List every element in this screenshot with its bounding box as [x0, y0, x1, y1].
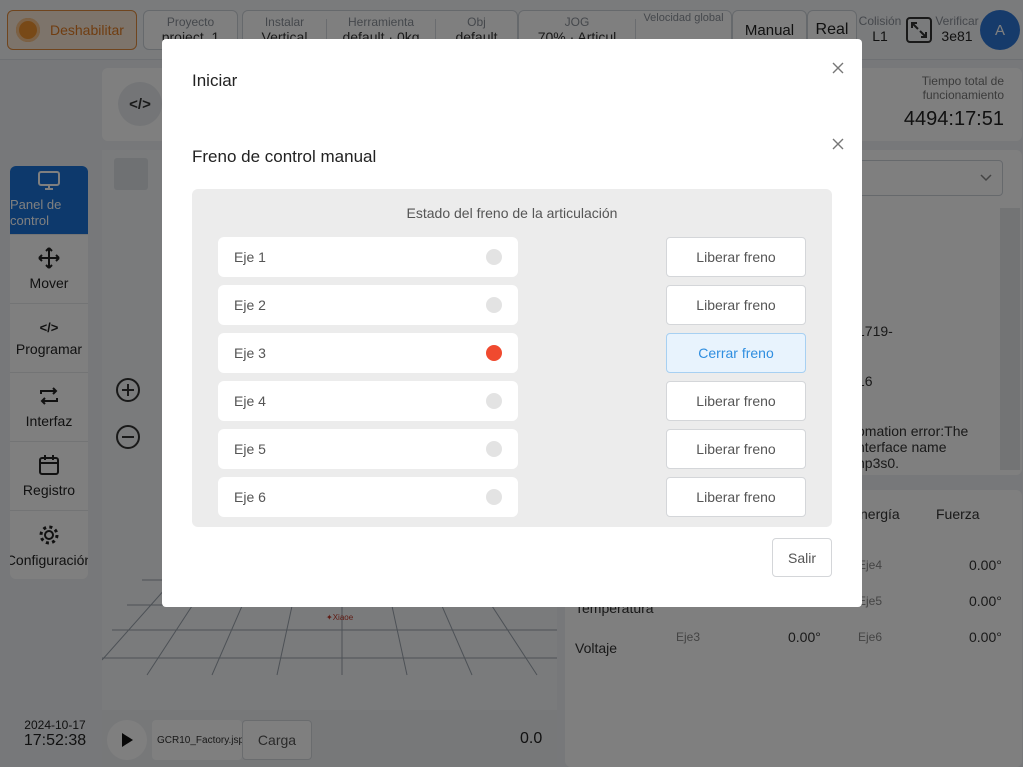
brake-status-panel: Estado del freno de la articulación Eje … — [192, 189, 832, 527]
axis-label: Eje 4 — [234, 393, 266, 409]
release-brake-button-axis-4[interactable]: Liberar freno — [666, 381, 806, 421]
button-label: Liberar freno — [696, 393, 776, 409]
button-label: Liberar freno — [696, 249, 776, 265]
brake-indicator-icon — [486, 249, 502, 265]
manual-brake-dialog: Freno de control manual Estado del freno… — [162, 115, 862, 607]
brake-indicator-icon — [486, 489, 502, 505]
axis-row-4: Eje 4 — [218, 381, 518, 421]
axis-label: Eje 5 — [234, 441, 266, 457]
panel-title: Estado del freno de la articulación — [406, 205, 618, 221]
axis-label: Eje 6 — [234, 489, 266, 505]
button-label: Liberar freno — [696, 441, 776, 457]
close-icon[interactable] — [831, 61, 845, 75]
axis-row-6: Eje 6 — [218, 477, 518, 517]
brake-indicator-icon — [486, 393, 502, 409]
button-label: Liberar freno — [696, 489, 776, 505]
release-brake-button-axis-2[interactable]: Liberar freno — [666, 285, 806, 325]
brake-indicator-icon — [486, 441, 502, 457]
dialog-title: Freno de control manual — [192, 147, 377, 166]
brake-indicator-icon — [486, 345, 502, 361]
axis-row-5: Eje 5 — [218, 429, 518, 469]
button-label: Cerrar freno — [698, 345, 774, 361]
close-icon[interactable] — [831, 137, 845, 151]
button-label: Liberar freno — [696, 297, 776, 313]
release-brake-button-axis-6[interactable]: Liberar freno — [666, 477, 806, 517]
exit-button[interactable]: Salir — [772, 538, 832, 577]
axis-row-2: Eje 2 — [218, 285, 518, 325]
release-brake-button-axis-5[interactable]: Liberar freno — [666, 429, 806, 469]
axis-label: Eje 2 — [234, 297, 266, 313]
axis-row-1: Eje 1 — [218, 237, 518, 277]
axis-label: Eje 3 — [234, 345, 266, 361]
release-brake-button-axis-1[interactable]: Liberar freno — [666, 237, 806, 277]
axis-row-3: Eje 3 — [218, 333, 518, 373]
close-brake-button-axis-3[interactable]: Cerrar freno — [666, 333, 806, 373]
brake-indicator-icon — [486, 297, 502, 313]
axis-label: Eje 1 — [234, 249, 266, 265]
start-dialog-title: Iniciar — [192, 71, 238, 90]
exit-label: Salir — [787, 549, 816, 566]
